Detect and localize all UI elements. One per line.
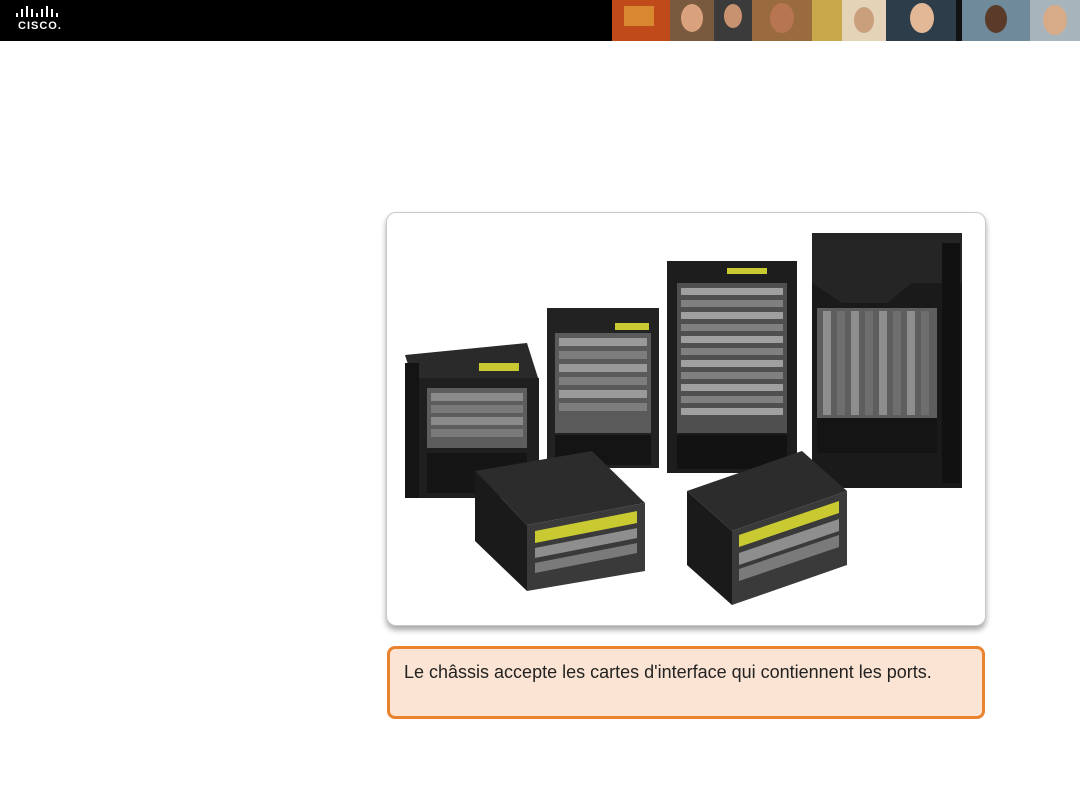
chassis-low-left	[475, 451, 645, 591]
chassis-medium	[547, 308, 659, 468]
figure-card	[386, 212, 986, 626]
header-bar: CISCO.	[0, 0, 1080, 41]
cisco-logo: CISCO.	[14, 5, 74, 37]
logo-text: CISCO.	[18, 20, 62, 32]
chassis-low-right	[687, 451, 847, 605]
chassis-tall	[667, 261, 797, 473]
cisco-bridge-icon	[16, 6, 58, 17]
switch-chassis-photo	[405, 233, 962, 605]
header-photo-strip	[612, 0, 1080, 41]
caption-box: Le châssis accepte les cartes d'interfac…	[387, 646, 985, 719]
chassis-large-right	[812, 233, 962, 488]
